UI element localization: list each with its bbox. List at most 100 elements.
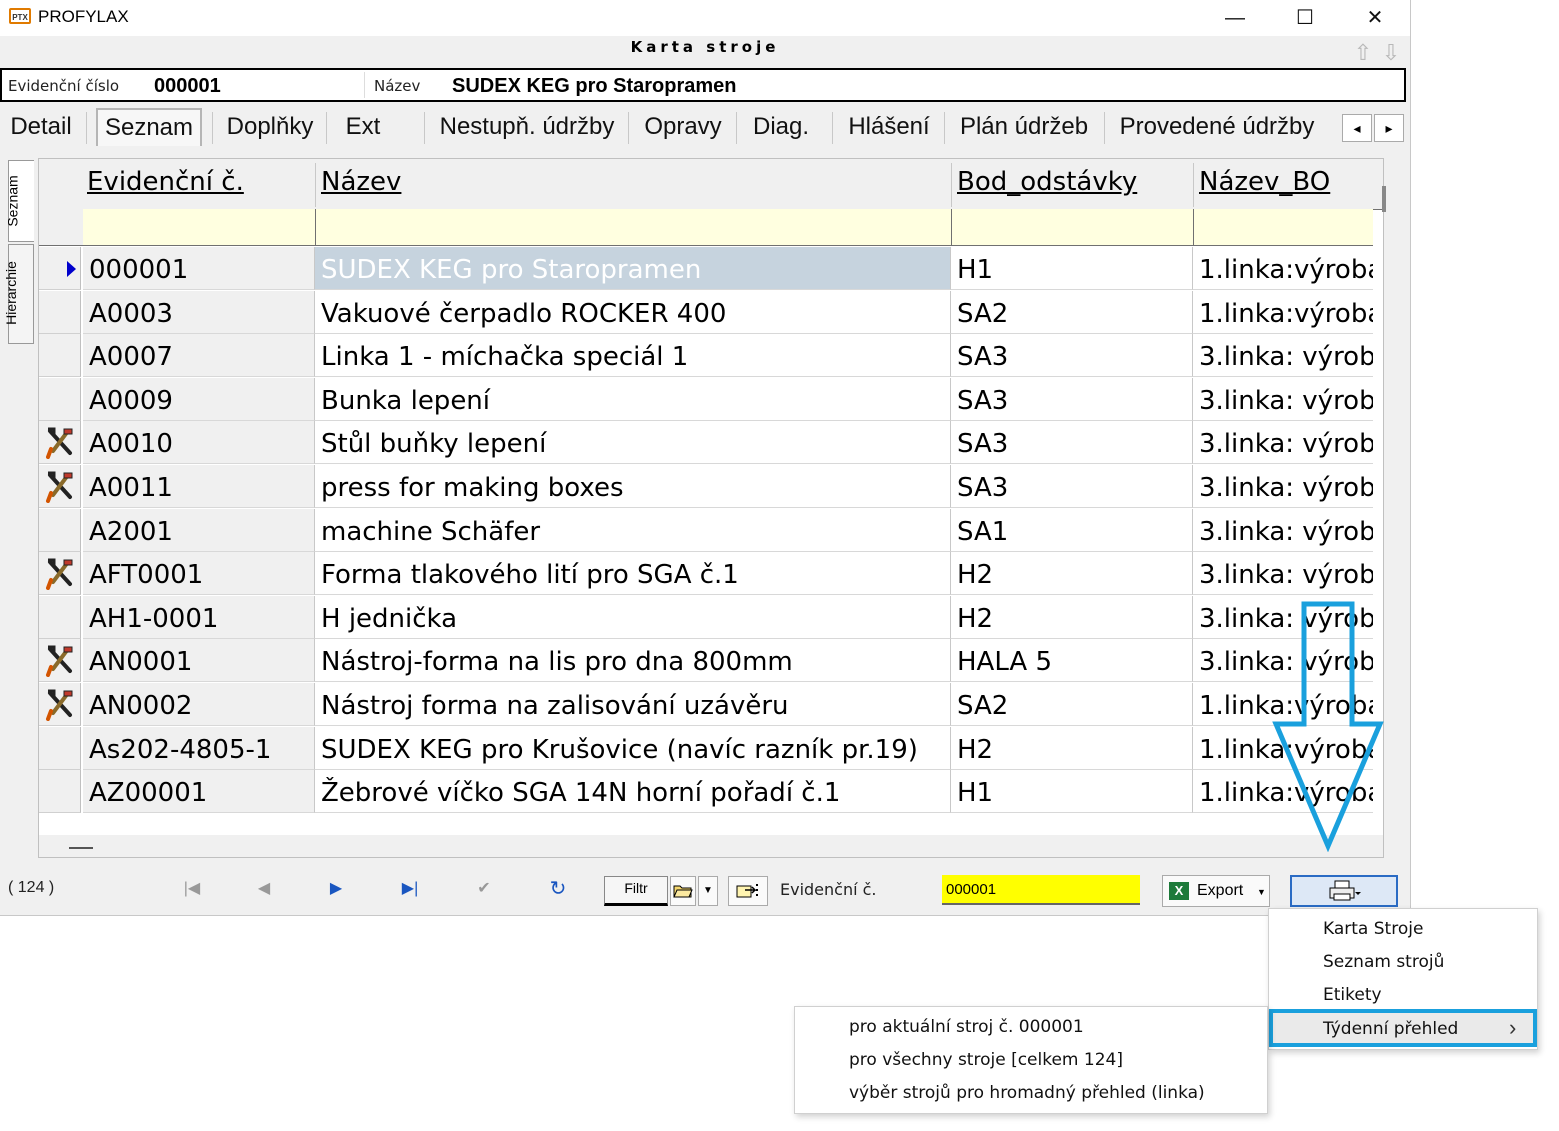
cell-bod-odstavky[interactable]: H1 bbox=[951, 770, 1193, 814]
open-folder-icon[interactable] bbox=[670, 876, 696, 906]
cell-ev[interactable]: As202-4805-1 bbox=[83, 726, 315, 770]
cell-ev[interactable]: AZ00001 bbox=[83, 770, 315, 814]
table-row[interactable]: A0009 Bunka lepení SA3 3.linka: výroba bbox=[39, 377, 1383, 422]
cell-bod-odstavky[interactable]: SA3 bbox=[951, 334, 1193, 378]
first-record-icon[interactable]: |◀ bbox=[180, 878, 204, 900]
side-tab-hierarchie[interactable]: Hierarchie bbox=[3, 244, 34, 344]
column-header-nazev[interactable]: Název bbox=[321, 167, 401, 197]
tab-hlaseni[interactable]: Hlášení bbox=[842, 108, 936, 146]
row-indicator[interactable] bbox=[39, 377, 81, 421]
cell-ev[interactable]: AFT0001 bbox=[83, 552, 315, 596]
close-button[interactable]: ✕ bbox=[1340, 0, 1410, 36]
table-row[interactable]: A2001 machine Schäfer SA1 3.linka: výroba bbox=[39, 508, 1383, 553]
menu-item-tydenni-prehled[interactable]: Týdenní přehled › bbox=[1269, 1009, 1537, 1047]
cell-bod-odstavky[interactable]: SA2 bbox=[951, 683, 1193, 726]
minimize-button[interactable]: — bbox=[1200, 0, 1270, 36]
next-record-icon[interactable]: ▶ bbox=[324, 878, 348, 900]
row-indicator[interactable] bbox=[39, 247, 81, 290]
row-indicator[interactable] bbox=[39, 421, 81, 465]
row-indicator[interactable] bbox=[39, 595, 81, 639]
cell-nazev-bo[interactable]: 3.linka: výroba bbox=[1193, 509, 1373, 552]
submenu-item-all-machines[interactable]: pro všechny stroje [celkem 124] bbox=[849, 1050, 1123, 1070]
maximize-button[interactable]: ☐ bbox=[1270, 0, 1340, 36]
confirm-icon[interactable]: ✔ bbox=[472, 878, 496, 900]
column-header-ev[interactable]: Evidenční č. bbox=[87, 167, 244, 197]
cell-nazev[interactable]: Nástroj forma na zalisování uzávěru bbox=[315, 683, 951, 726]
cell-bod-odstavky[interactable]: SA3 bbox=[951, 421, 1193, 465]
cell-bod-odstavky[interactable]: SA1 bbox=[951, 508, 1193, 552]
cell-nazev-bo[interactable]: 1.linka:výroba bbox=[1193, 247, 1373, 290]
cell-bod-odstavky[interactable]: H2 bbox=[951, 552, 1193, 596]
export-button[interactable]: X Export ▼ bbox=[1162, 875, 1270, 907]
cell-nazev[interactable]: SUDEX KEG pro Staropramen bbox=[315, 247, 951, 290]
cell-nazev[interactable]: machine Schäfer bbox=[315, 508, 951, 552]
vertical-scrollbar[interactable] bbox=[1382, 186, 1386, 212]
tab-detail[interactable]: Detail bbox=[4, 108, 78, 146]
cell-nazev[interactable]: Bunka lepení bbox=[315, 377, 951, 421]
cell-nazev[interactable]: press for making boxes bbox=[315, 465, 951, 508]
record-down-arrow-icon[interactable]: ⇩ bbox=[1380, 40, 1402, 66]
cell-nazev-bo[interactable]: 3.linka: výroba bbox=[1193, 552, 1373, 596]
tab-ext[interactable]: Ext bbox=[336, 108, 390, 146]
table-row[interactable]: A0007 Linka 1 - míchačka speciál 1 SA3 3.li… bbox=[39, 334, 1383, 378]
row-indicator[interactable] bbox=[39, 726, 81, 770]
tab-opravy[interactable]: Opravy bbox=[638, 108, 728, 146]
row-indicator[interactable] bbox=[39, 465, 81, 508]
cell-bod-odstavky[interactable]: H2 bbox=[951, 595, 1193, 639]
menu-item-karta-stroje[interactable]: Karta Stroje bbox=[1323, 919, 1423, 939]
cell-ev[interactable]: A2001 bbox=[83, 508, 315, 552]
row-indicator[interactable] bbox=[39, 508, 81, 552]
cell-nazev-bo[interactable]: 1.linka:výroba bbox=[1193, 291, 1373, 334]
cell-nazev-bo[interactable]: 3.linka: výroba bbox=[1193, 334, 1373, 378]
table-row[interactable]: A0011 press for making boxes SA3 3.linka: v… bbox=[39, 465, 1383, 509]
column-header-bod-odstavky[interactable]: Bod_odstávky bbox=[957, 167, 1137, 197]
tab-doplnky[interactable]: Doplňky bbox=[222, 108, 318, 146]
menu-item-etikety[interactable]: Etikety bbox=[1323, 985, 1382, 1005]
cell-nazev[interactable]: Forma tlakového lití pro SGA č.1 bbox=[315, 552, 951, 596]
row-indicator[interactable] bbox=[39, 552, 81, 596]
cell-nazev[interactable]: Vakuové čerpadlo ROCKER 400 bbox=[315, 290, 951, 334]
table-row[interactable]: A0003 Vakuové čerpadlo ROCKER 400 SA2 1.lin… bbox=[39, 290, 1383, 335]
table-row[interactable]: AN0002 Nástroj forma na zalisování uzávěr… bbox=[39, 683, 1383, 727]
submenu-item-bulk-selection[interactable]: výběr strojů pro hromadný přehled (linka… bbox=[849, 1083, 1205, 1103]
tab-provedene-udrzby[interactable]: Provedené údržby bbox=[1114, 108, 1320, 146]
cell-bod-odstavky[interactable]: SA2 bbox=[951, 290, 1193, 334]
cell-nazev-bo[interactable]: 3.linka: výroba bbox=[1193, 465, 1373, 508]
submenu-item-current-machine[interactable]: pro aktuální stroj č. 000001 bbox=[849, 1017, 1084, 1037]
row-indicator[interactable] bbox=[39, 334, 81, 378]
table-row[interactable]: AH1-0001 H jednička H2 3.linka: výroba bbox=[39, 595, 1383, 640]
table-row[interactable]: AN0001 Nástroj-forma na lis pro dna 800mm… bbox=[39, 639, 1383, 683]
cell-nazev[interactable]: Nástroj-forma na lis pro dna 800mm bbox=[315, 639, 951, 683]
search-ev-input[interactable] bbox=[942, 875, 1140, 905]
filter-row[interactable] bbox=[83, 209, 1373, 246]
folder-dropdown-arrow-icon[interactable]: ▼ bbox=[698, 876, 718, 906]
cell-bod-odstavky[interactable]: H1 bbox=[951, 247, 1193, 290]
cell-ev[interactable]: AN0001 bbox=[83, 639, 315, 683]
tab-nestupn-udrzby[interactable]: Nestupň. údržby bbox=[434, 108, 620, 146]
cell-nazev[interactable]: Linka 1 - míchačka speciál 1 bbox=[315, 334, 951, 378]
column-header-nazev-bo[interactable]: Název_BO bbox=[1199, 167, 1330, 197]
last-record-icon[interactable]: ▶| bbox=[398, 878, 422, 900]
menu-item-seznam-stroju[interactable]: Seznam strojů bbox=[1323, 952, 1444, 972]
cell-bod-odstavky[interactable]: HALA 5 bbox=[951, 639, 1193, 683]
row-indicator[interactable] bbox=[39, 683, 81, 726]
cell-ev[interactable]: A0007 bbox=[83, 334, 315, 378]
cell-ev[interactable]: AH1-0001 bbox=[83, 595, 315, 639]
cell-ev[interactable]: 000001 bbox=[83, 247, 315, 290]
side-tab-seznam[interactable]: Seznam bbox=[5, 160, 34, 242]
cell-nazev-bo[interactable]: 3.linka: výroba bbox=[1193, 378, 1373, 421]
tab-diag[interactable]: Diag. bbox=[746, 108, 816, 146]
tab-scroll-left-button[interactable]: ◂ bbox=[1342, 114, 1372, 142]
tab-plan-udrzeb[interactable]: Plán údržeb bbox=[954, 108, 1094, 146]
cell-ev[interactable]: AN0002 bbox=[83, 683, 315, 726]
print-button[interactable] bbox=[1290, 875, 1398, 907]
previous-record-icon[interactable]: ◀ bbox=[252, 878, 276, 900]
tab-scroll-right-button[interactable]: ▸ bbox=[1374, 114, 1404, 142]
cell-nazev[interactable]: H jednička bbox=[315, 595, 951, 639]
cell-bod-odstavky[interactable]: SA3 bbox=[951, 377, 1193, 421]
cell-ev[interactable]: A0009 bbox=[83, 377, 315, 421]
cell-nazev[interactable]: Žebrové víčko SGA 14N horní pořadí č.1 bbox=[315, 770, 951, 814]
row-indicator[interactable] bbox=[39, 770, 81, 814]
cell-nazev[interactable]: SUDEX KEG pro Krušovice (navíc razník pr… bbox=[315, 726, 951, 770]
cell-nazev[interactable]: Stůl buňky lepení bbox=[315, 421, 951, 465]
